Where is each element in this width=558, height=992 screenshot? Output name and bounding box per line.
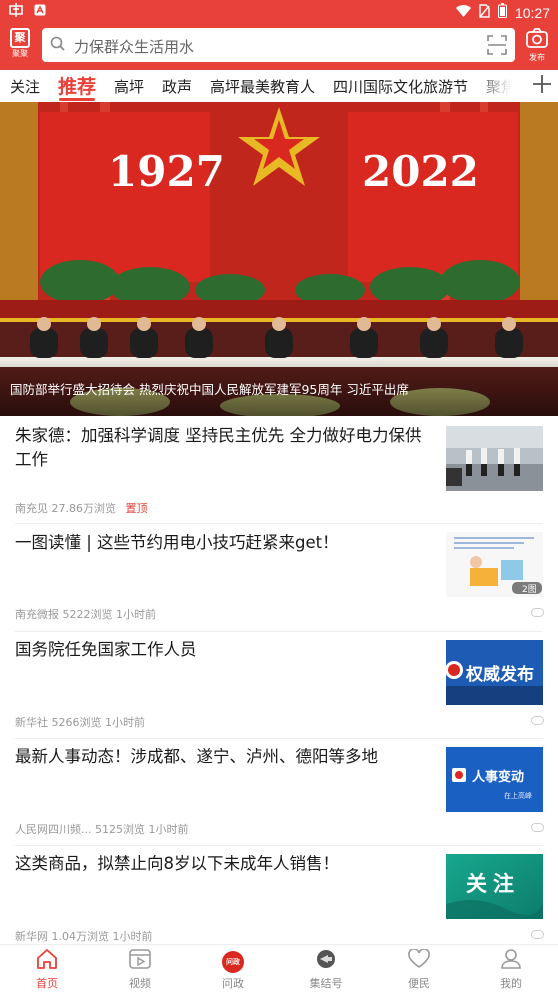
news-source: 南充见 [15,502,48,515]
app-logo-icon: 聚 [10,28,30,48]
nav-jijiehao[interactable]: 集结号 [296,949,356,991]
news-title[interactable]: 这类商品，拟禁止向8岁以下未成年人销售！ [15,852,435,876]
heart-icon [408,948,430,973]
nav-label: 我的 [500,977,522,990]
clock: 10:27 [514,4,550,21]
nav-bianmin[interactable]: 便民 [389,948,449,991]
app-logo-label: 聚聚 [12,49,28,58]
search-placeholder: 力保群众生活用水 [74,38,195,56]
tab-gaoping-teachers[interactable]: 高坪最美教育人 [210,76,315,97]
dismiss-icon[interactable] [531,930,544,939]
channel-tabs: 关注 推荐 高坪 政声 高坪最美教育人 四川国际文化旅游节 聚焦 [0,70,558,102]
news-time: 1小时前 [112,930,153,943]
news-thumbnail[interactable]: 权威发布 [446,640,543,705]
search-row: 聚 聚聚 力保群众生活用水 发布 [0,26,558,66]
active-tab-indicator [59,98,95,101]
news-item-3[interactable]: 国务院任免国家工作人员 新华社 5266浏览 1小时前 权威发布 [0,632,558,739]
news-item-4[interactable]: 最新人事动态！涉成都、遂宁、泸州、德阳等多地 人民网四川频... 5125浏览 … [0,739,558,846]
dismiss-icon[interactable] [531,716,544,725]
nav-label: 问政 [222,977,244,990]
news-meta: 人民网四川频... 5125浏览 1小时前 [15,821,189,837]
news-time: 1小时前 [148,823,189,836]
nav-wenzheng[interactable]: 问政 问政 [203,949,263,991]
news-meta: 新华社 5266浏览 1小时前 [15,714,145,730]
search-input[interactable]: 力保群众生活用水 [42,28,515,62]
battery-icon [497,3,507,22]
home-icon [36,949,58,973]
thumbnail-subcaption: 在上高峰 [504,792,532,800]
thumbnail-caption: 人事变动 [472,770,525,785]
bottom-navigation: 首页 视频 问政 问政 集结号 便民 我的 [0,944,558,992]
user-icon [500,949,522,973]
banner-year-left: 1927 [108,147,225,196]
news-source: 南充微报 [15,608,59,621]
news-views: 1.04万浏览 [51,930,110,943]
news-views: 5266浏览 [51,716,102,729]
tab-zhengsheng[interactable]: 政声 [162,76,192,97]
news-thumbnail[interactable]: 关注 [446,854,543,919]
news-title[interactable]: 最新人事动态！涉成都、遂宁、泸州、德阳等多地 [15,745,435,769]
news-item-1[interactable]: 朱家德：加强科学调度 坚持民主优先 全力做好电力保供工作 南充见 27.86万浏… [0,416,558,524]
news-source: 新华网 [15,930,48,943]
news-item-5[interactable]: 这类商品，拟禁止向8岁以下未成年人销售！ 新华网 1.04万浏览 1小时前 关注 [0,846,558,944]
dismiss-icon[interactable] [531,823,544,832]
nav-video[interactable]: 视频 [110,949,170,991]
banner-year-right: 2022 [362,147,479,196]
news-item-2[interactable]: 一图读懂 | 这些节约用电小技巧赶紧来get！ 南充微报 5222浏览 1小时前… [0,524,558,631]
app-logo-button[interactable]: 聚 聚聚 [8,28,32,59]
add-channel-icon[interactable] [532,74,552,98]
nav-label: 视频 [129,977,151,990]
camera-icon [526,28,548,52]
thumbnail-caption: 关注 [466,872,520,896]
news-thumbnail[interactable] [446,426,543,491]
image-count-badge: 2图 [522,585,537,595]
header-bar: 10:27 聚 聚聚 力保群众生活用水 发布 [0,0,558,70]
news-title[interactable]: 朱家德：加强科学调度 坚持民主优先 全力做好电力保供工作 [15,424,435,472]
scan-icon[interactable] [487,35,507,59]
news-meta: 南充微报 5222浏览 1小时前 [15,606,156,622]
banner-caption: 国防部举行盛大招待会 热烈庆祝中国人民解放军建军95周年 习近平出席 [10,382,409,397]
nav-mine[interactable]: 我的 [481,949,541,991]
pinned-tag: 置顶 [125,502,148,515]
notification-a-icon [34,4,46,20]
status-bar: 10:27 [0,0,558,24]
publish-label: 发布 [529,53,545,62]
news-thumbnail[interactable]: 人事变动 在上高峰 [446,747,543,812]
wifi-icon [455,4,471,21]
no-sim-icon [479,3,490,22]
news-views: 27.86万浏览 [51,502,117,515]
news-time: 1小时前 [116,608,156,621]
app-notification-icon [8,3,24,21]
tab-tuijian[interactable]: 推荐 [58,72,96,99]
thumbnail-caption: 权威发布 [466,665,534,685]
tab-sichuan-festival[interactable]: 四川国际文化旅游节 [333,76,468,97]
news-thumbnail[interactable]: 2图 [446,532,543,597]
nav-home[interactable]: 首页 [17,949,77,991]
news-title[interactable]: 一图读懂 | 这些节约用电小技巧赶紧来get！ [15,531,435,555]
news-time: 1小时前 [105,716,145,729]
bugle-icon [315,950,337,973]
featured-banner[interactable]: 1927 2022 国防部举行盛大招待会 热烈庆祝中国人民解放军建军95周年 习… [0,102,558,416]
nav-label: 首页 [36,977,58,990]
video-icon [129,949,151,973]
search-icon [50,36,66,56]
publish-button[interactable]: 发布 [522,28,552,63]
news-views: 5222浏览 [62,608,113,621]
news-source: 人民网四川频... [15,823,92,836]
news-views: 5125浏览 [95,823,145,836]
news-meta: 新华网 1.04万浏览 1小时前 [15,928,153,944]
nav-label: 便民 [408,977,430,990]
dismiss-icon[interactable] [531,608,544,617]
news-source: 新华社 [15,716,48,729]
tab-fade [470,70,530,102]
tab-guanzhu[interactable]: 关注 [10,76,40,97]
tab-gaoping[interactable]: 高坪 [114,76,144,97]
news-title[interactable]: 国务院任免国家工作人员 [15,638,435,662]
nav-label: 集结号 [309,977,343,990]
wenzheng-icon: 问政 [222,951,244,973]
news-meta: 南充见 27.86万浏览 置顶 [15,500,148,516]
